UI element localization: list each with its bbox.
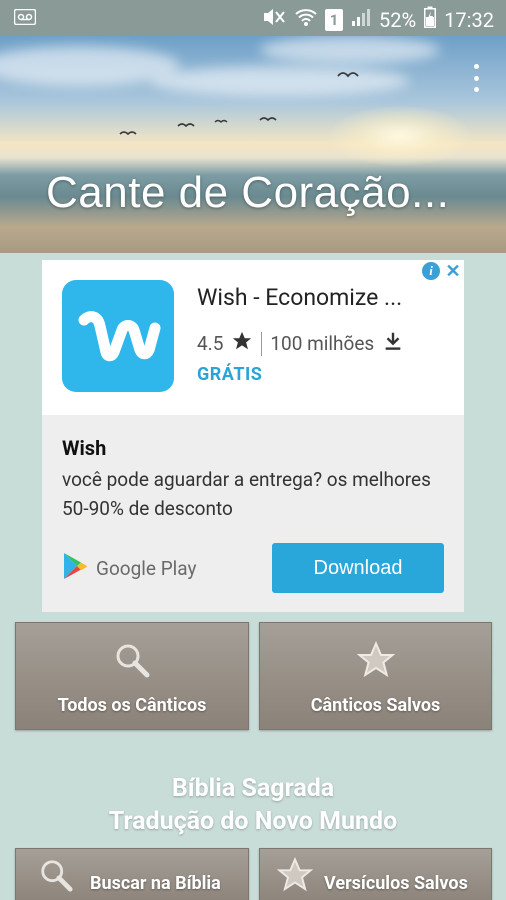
wifi-icon	[295, 7, 317, 32]
search-icon	[38, 857, 74, 897]
ad-installs: 100 milhões	[270, 332, 375, 355]
download-icon	[382, 330, 404, 357]
hero-banner: Cante de Coração...	[0, 36, 506, 253]
ad-price: GRÁTIS	[197, 364, 263, 385]
search-bible-button[interactable]: Buscar na Bíblia	[15, 848, 249, 900]
overflow-menu-icon[interactable]	[464, 64, 488, 92]
ad-meta: 4.5 100 milhões	[197, 330, 404, 357]
download-button[interactable]: Download	[272, 543, 444, 593]
voicemail-icon	[13, 8, 37, 29]
saved-verses-button[interactable]: Versículos Salvos	[259, 848, 492, 900]
ad-app-title[interactable]: Wish - Economize ...	[197, 284, 402, 311]
google-play-icon	[62, 552, 88, 585]
saved-verses-label: Versículos Salvos	[324, 873, 468, 894]
ad-badges: i ✕	[420, 260, 464, 282]
ad-advertiser: Wish	[62, 436, 107, 460]
sim-slot-number: 1	[329, 10, 339, 29]
search-icon	[113, 641, 151, 683]
status-bar: 1 52% 17:32	[0, 0, 506, 36]
sim-icon: 1	[325, 8, 344, 31]
google-play-label: Google Play	[96, 557, 197, 580]
saved-songs-label: Cânticos Salvos	[310, 695, 441, 716]
all-songs-label: Todos os Cânticos	[57, 695, 207, 716]
clock: 17:32	[444, 7, 494, 32]
battery-percentage: 52%	[379, 7, 417, 32]
bible-heading-line1: Bíblia Sagrada	[171, 774, 335, 803]
star-icon	[231, 330, 253, 357]
battery-icon	[424, 6, 437, 33]
info-icon[interactable]: i	[422, 262, 440, 280]
ad-description: você pode aguardar a entrega? os melhore…	[62, 468, 431, 520]
google-play-badge: Google Play	[62, 552, 196, 585]
mute-icon	[261, 7, 287, 32]
star-icon	[356, 640, 396, 683]
search-bible-label: Buscar na Bíblia	[90, 873, 221, 894]
cloud	[260, 36, 440, 64]
divider	[261, 331, 263, 356]
app-title: Cante de Coração...	[46, 168, 450, 217]
wish-logo-icon[interactable]	[62, 280, 174, 392]
seagulls-graphic	[119, 72, 359, 136]
signal-icon	[351, 7, 371, 32]
all-songs-button[interactable]: Todos os Cânticos	[15, 622, 249, 730]
star-icon	[276, 856, 314, 897]
bible-heading-line2: Tradução do Novo Mundo	[108, 807, 398, 836]
ad-card[interactable]: i ✕ Wish - Economize ... 4.5 100 milhões…	[42, 260, 464, 612]
ad-rating: 4.5	[197, 332, 224, 355]
close-icon[interactable]: ✕	[444, 261, 462, 282]
saved-songs-button[interactable]: Cânticos Salvos	[259, 622, 492, 730]
